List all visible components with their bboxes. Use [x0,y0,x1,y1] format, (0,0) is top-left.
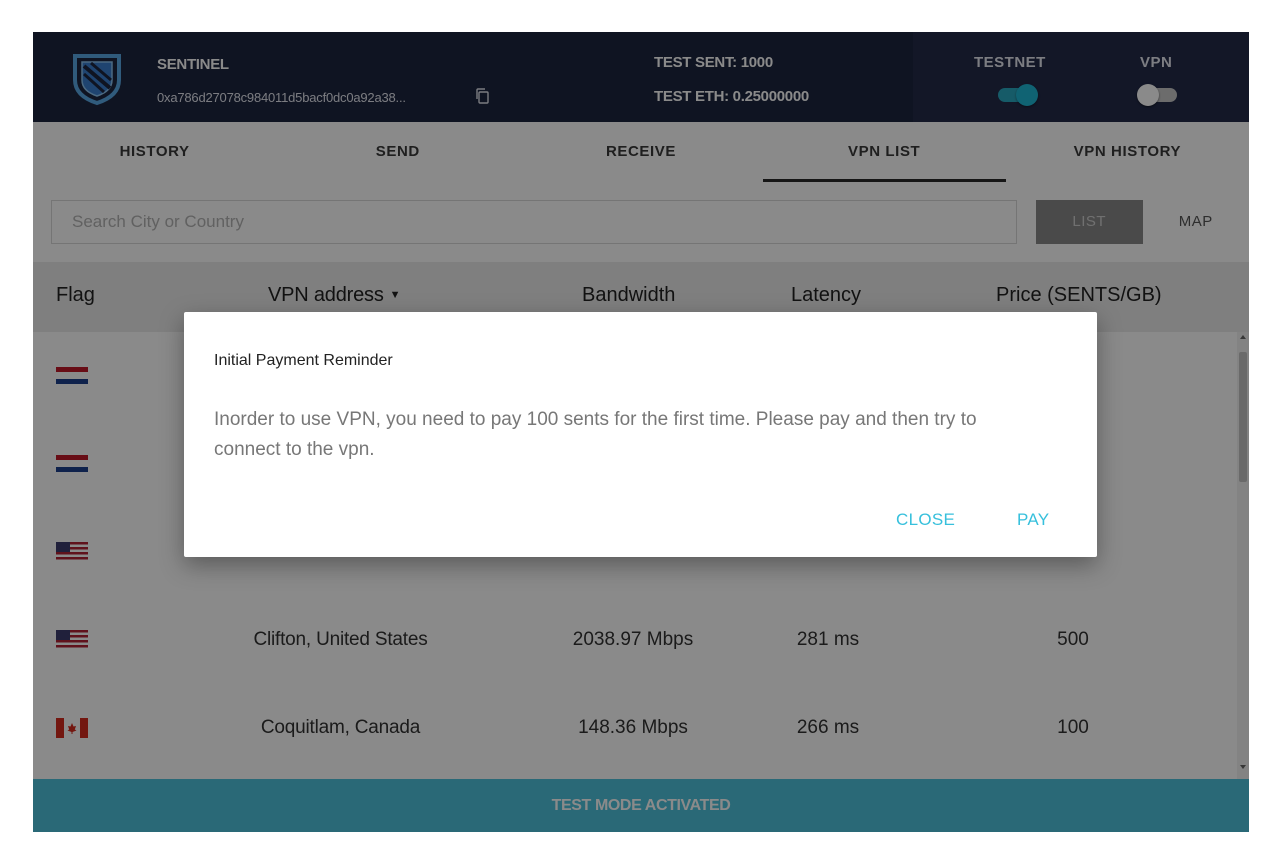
close-button[interactable]: CLOSE [896,510,955,530]
pay-button[interactable]: PAY [1017,510,1049,530]
payment-reminder-dialog: Initial Payment Reminder Inorder to use … [184,312,1097,557]
dialog-title: Initial Payment Reminder [214,352,393,369]
app-window: SENTINEL 0xa786d27078c984011d5bacf0dc0a9… [33,32,1249,832]
dialog-message: Inorder to use VPN, you need to pay 100 … [214,409,977,460]
